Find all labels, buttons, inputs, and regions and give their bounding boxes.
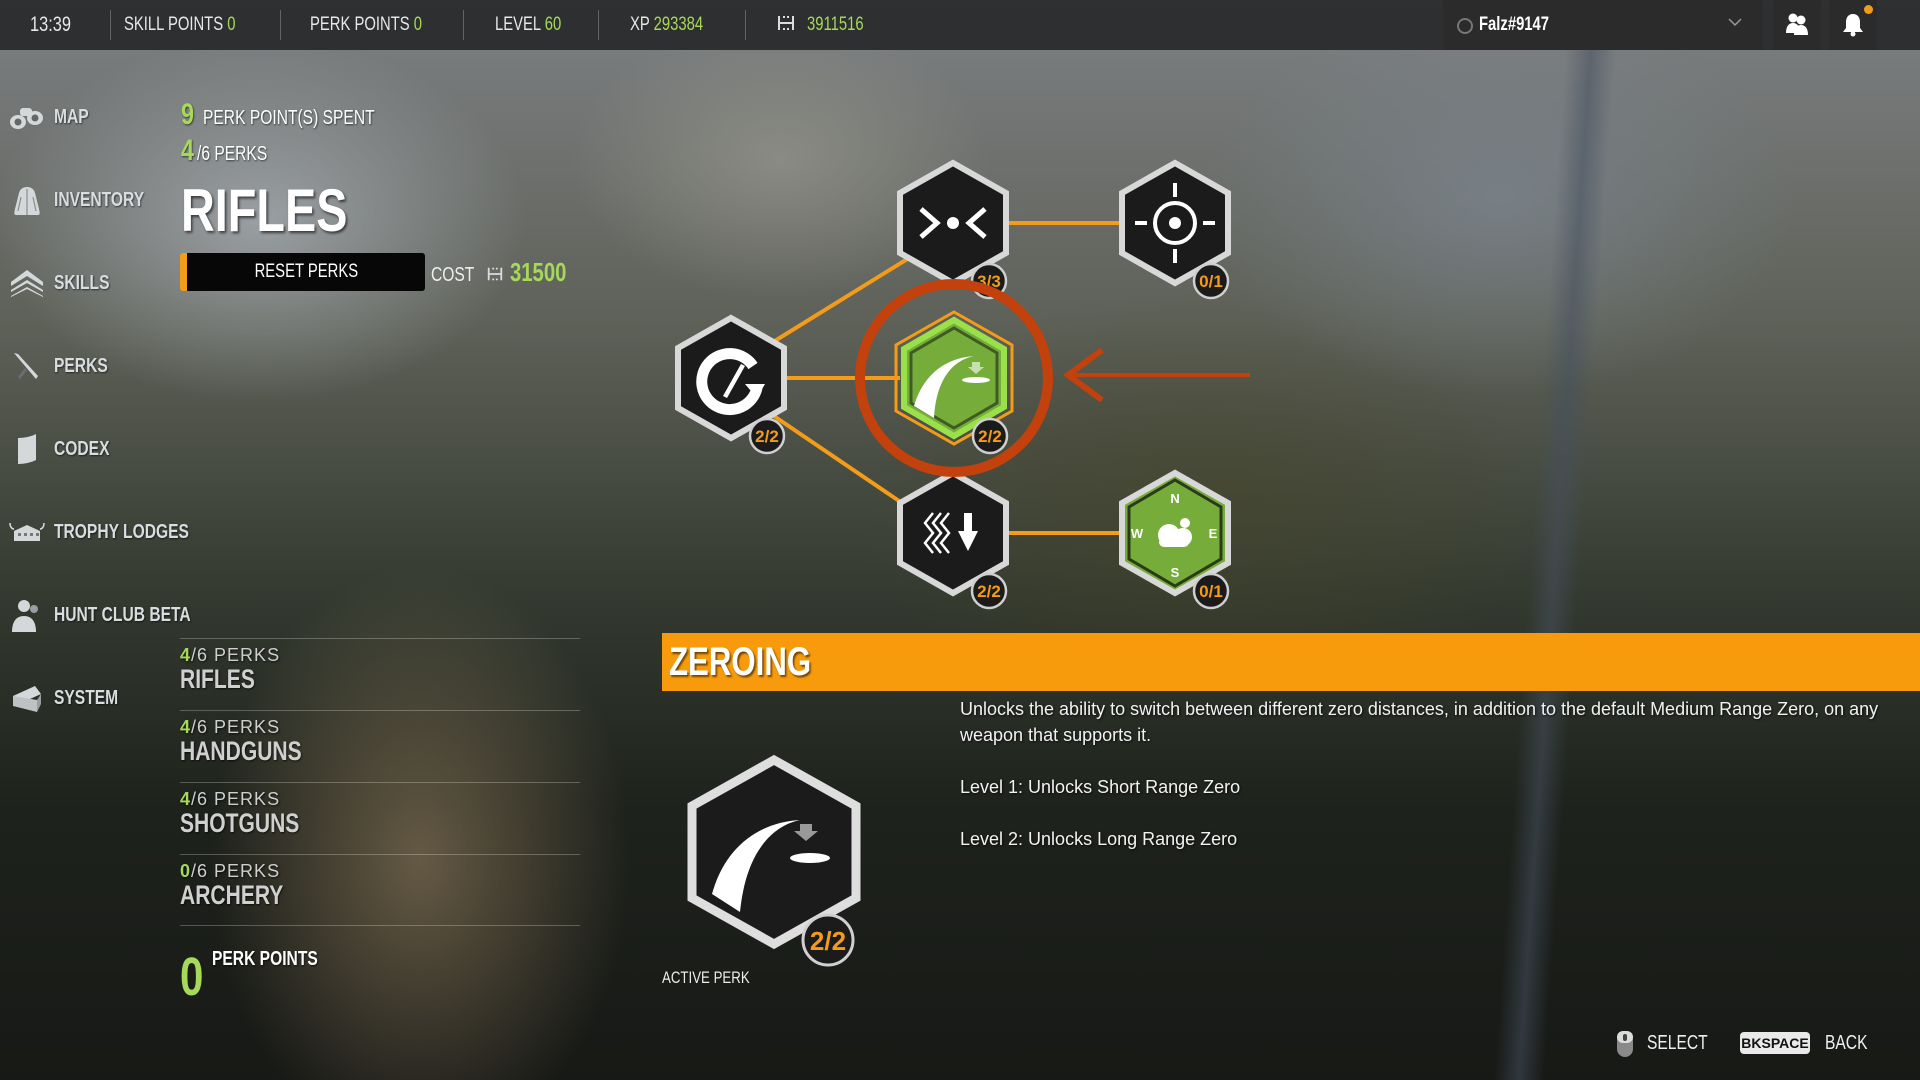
- top-bar: 13:39 SKILL POINTS 0 PERK POINTS 0 LEVEL…: [0, 0, 1920, 50]
- svg-text:2/2: 2/2: [810, 926, 846, 956]
- back-hint[interactable]: BACK: [1825, 1030, 1879, 1056]
- gm-dollar-icon: [778, 16, 794, 30]
- nav-item-map[interactable]: MAP: [8, 97, 98, 137]
- page-title: RIFLES: [181, 177, 348, 244]
- perk-level-1: Level 1: Unlocks Short Range Zero: [960, 777, 1241, 797]
- perk-description-text: Unlocks the ability to switch between di…: [960, 699, 1879, 745]
- category-archery[interactable]: 0/6 PERKS ARCHERY: [180, 854, 580, 926]
- perks-total-label: /6 PERKS: [197, 143, 268, 165]
- friends-icon: [1786, 13, 1808, 35]
- perk-node-marksman[interactable]: 3/3: [897, 159, 1009, 300]
- points-spent: 9 PERK POINT(S) SPENT 4/6 PERKS: [181, 98, 423, 170]
- svg-text:E: E: [1209, 526, 1218, 541]
- link-reload-marksman: [763, 251, 919, 349]
- divider: [280, 10, 281, 40]
- perk-points-value: 0: [180, 947, 204, 1007]
- points-spent-value: 9: [181, 98, 195, 131]
- select-hint[interactable]: SELECT: [1647, 1030, 1725, 1056]
- chevrons-up-icon: [8, 264, 46, 302]
- book-icon: [8, 430, 46, 468]
- mouse-icon: [1617, 1031, 1633, 1057]
- active-perk-label: ACTIVE PERK: [662, 968, 750, 987]
- weapon-category-list: 4/6 PERKS RIFLES 4/6 PERKS HANDGUNS 4/6 …: [180, 638, 580, 926]
- reset-cost: COST 31500: [431, 252, 582, 292]
- nav-item-perks[interactable]: PERKS: [8, 346, 123, 386]
- active-perk-icon: 2/2: [687, 754, 861, 967]
- skill-points-value: 0: [227, 14, 236, 35]
- level-value: 60: [544, 14, 562, 35]
- svg-text:2/2: 2/2: [978, 427, 1002, 446]
- background-tree: [1493, 50, 1617, 1080]
- currency-value: 3911516: [807, 14, 864, 35]
- svg-text:N: N: [1170, 491, 1179, 506]
- perk-node-reload[interactable]: 2/2: [675, 314, 787, 455]
- bullet-drop-icon: [712, 820, 830, 912]
- svg-text:2/2: 2/2: [977, 582, 1001, 601]
- xp: XP 293384: [630, 14, 704, 35]
- hunter-icon: [8, 596, 46, 634]
- backspace-key[interactable]: BKSPACE: [1740, 1032, 1810, 1054]
- xp-value: 293384: [653, 14, 704, 35]
- level: LEVEL 60: [495, 14, 562, 35]
- nav-item-inventory[interactable]: INVENTORY: [8, 180, 170, 220]
- category-shotguns[interactable]: 4/6 PERKS SHOTGUNS: [180, 782, 580, 854]
- category-handguns[interactable]: 4/6 PERKS HANDGUNS: [180, 710, 580, 782]
- chevron-down-icon: [1728, 18, 1742, 27]
- currency: 3911516: [776, 0, 880, 50]
- perk-level-2: Level 2: Unlocks Long Range Zero: [960, 829, 1238, 849]
- gm-dollar-icon: [487, 267, 503, 281]
- nav-item-hunt-club[interactable]: HUNT CLUB BETA: [8, 595, 229, 635]
- nav-item-trophy-lodges[interactable]: TROPHY LODGES: [8, 512, 227, 552]
- perk-node-wind[interactable]: N E S W 0/1: [1119, 469, 1231, 610]
- perk-node-zeroing[interactable]: 2/2: [894, 310, 1014, 455]
- divider: [745, 10, 746, 40]
- link-reload-recoil: [763, 408, 907, 507]
- clock: 13:39: [30, 13, 71, 36]
- notifications-button[interactable]: [1829, 0, 1877, 50]
- perks-unlocked-value: 4: [181, 134, 195, 167]
- nav-item-codex[interactable]: CODEX: [8, 429, 125, 469]
- category-rifles[interactable]: 4/6 PERKS RIFLES: [180, 638, 580, 710]
- lodge-icon: [8, 513, 46, 551]
- perk-node-recoil[interactable]: 2/2: [897, 469, 1009, 610]
- knife-icon: [8, 347, 46, 385]
- svg-text:W: W: [1131, 526, 1144, 541]
- nav-item-skills[interactable]: SKILLS: [8, 263, 125, 303]
- binoculars-icon: [8, 98, 46, 136]
- perk-node-sight[interactable]: 0/1: [1119, 159, 1231, 300]
- divider: [598, 10, 599, 40]
- perk-points: PERK POINTS 0: [310, 14, 423, 35]
- notification-dot: [1864, 5, 1873, 14]
- reset-perks-button[interactable]: RESET PERKS: [180, 253, 425, 291]
- toolbox-icon: [8, 679, 46, 717]
- perk-points-value: 0: [413, 14, 423, 35]
- reset-cost-value: 31500: [509, 257, 567, 287]
- perk-points-label: PERK POINTS: [212, 948, 318, 970]
- perk-title: ZEROING: [669, 640, 812, 684]
- svg-text:2/2: 2/2: [755, 427, 779, 446]
- svg-text:S: S: [1171, 565, 1180, 580]
- nav-item-system[interactable]: SYSTEM: [8, 678, 136, 718]
- svg-text:3/3: 3/3: [977, 272, 1001, 291]
- annotation-arrow: [1062, 347, 1250, 403]
- status-icon: [1457, 18, 1473, 34]
- svg-text:0/1: 0/1: [1199, 272, 1223, 291]
- friends-button[interactable]: [1773, 0, 1821, 50]
- backpack-icon: [8, 181, 46, 219]
- skill-points: SKILL POINTS 0: [124, 14, 236, 35]
- user-dropdown[interactable]: Falz#9147: [1443, 0, 1763, 50]
- reload-bullet-icon: [696, 348, 765, 416]
- username: Falz#9147: [1479, 14, 1550, 35]
- level-badge: [801, 913, 855, 967]
- perk-description: Unlocks the ability to switch between di…: [960, 696, 1880, 878]
- points-spent-label: PERK POINT(S) SPENT: [203, 107, 375, 129]
- svg-text:0/1: 0/1: [1199, 582, 1223, 601]
- perk-title-bar: ZEROING: [662, 633, 1920, 691]
- divider: [463, 10, 464, 40]
- divider: [110, 10, 111, 40]
